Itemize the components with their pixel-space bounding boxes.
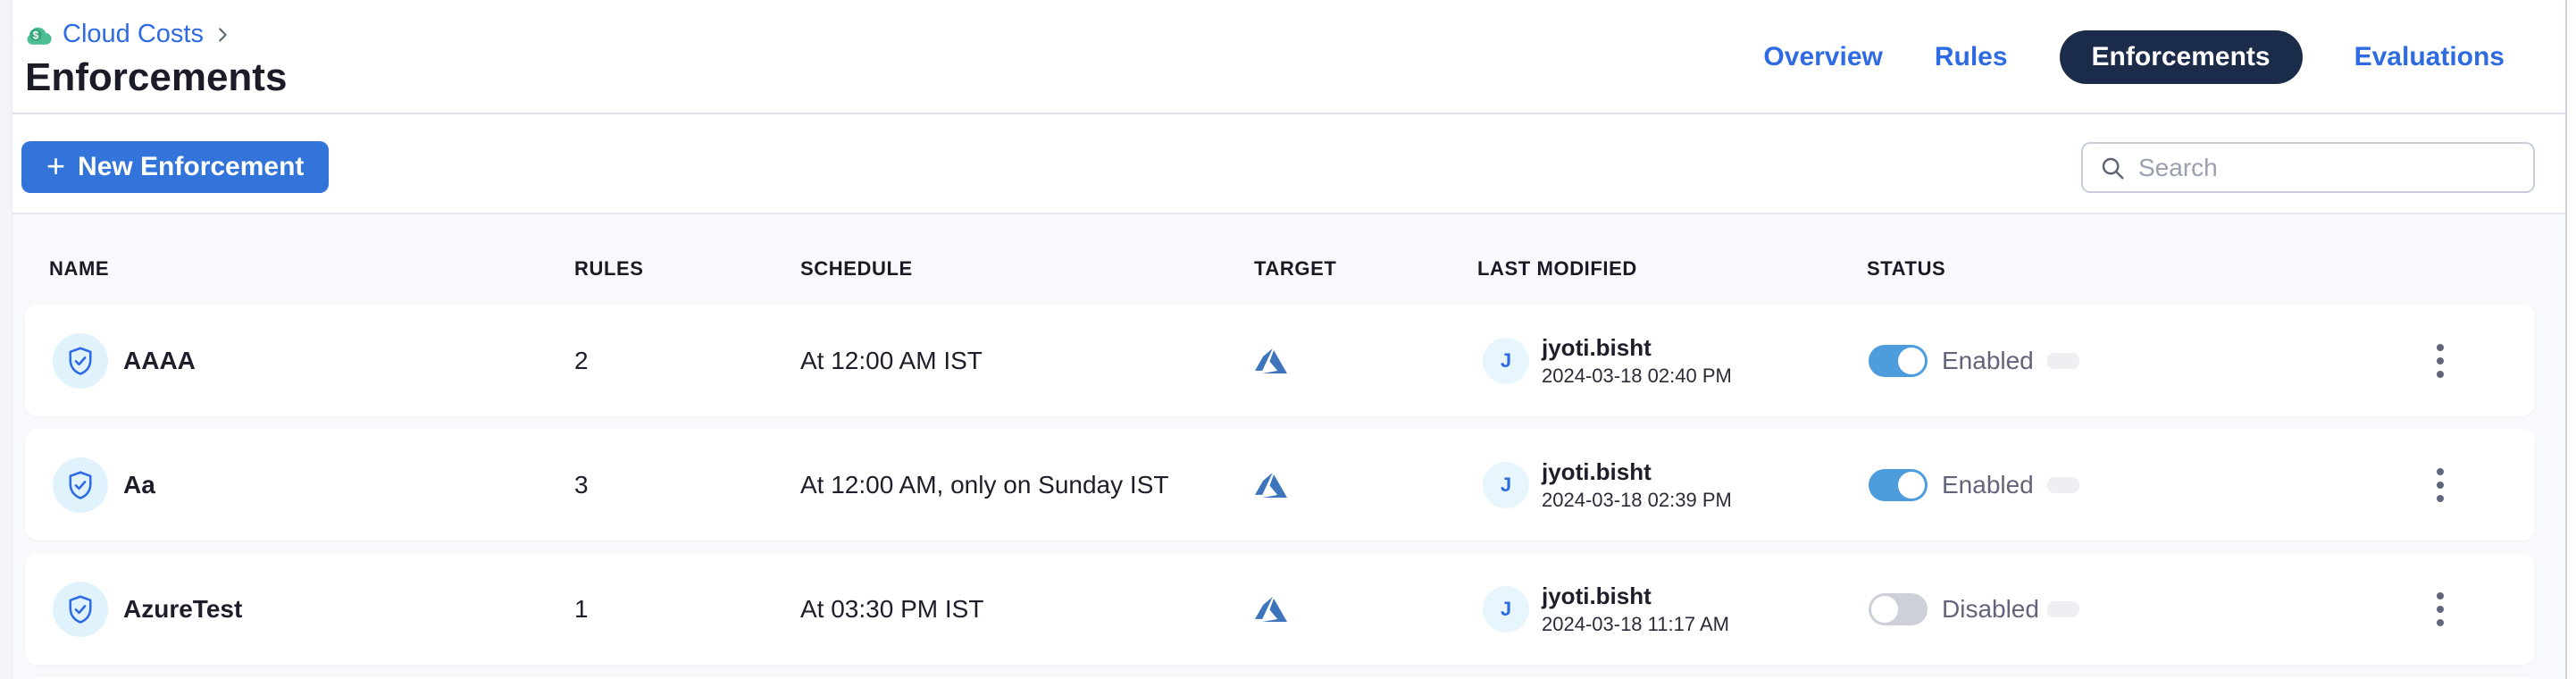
rules-count: 2: [574, 347, 589, 375]
last-modified-cell: jyoti.bisht 2024-03-18 02:40 PM: [1542, 334, 1732, 388]
status-toggle[interactable]: [1869, 469, 1928, 501]
scrollbar[interactable]: [2565, 0, 2576, 679]
dry-run-badge: [2047, 353, 2079, 369]
row-menu-button[interactable]: [2421, 458, 2460, 512]
status-toggle[interactable]: [1869, 345, 1928, 377]
status-label: Disabled: [1942, 595, 2039, 624]
search-icon: [2099, 155, 2126, 181]
search-box: [2081, 142, 2535, 193]
last-modified-cell: jyoti.bisht 2024-03-18 02:39 PM: [1542, 458, 1732, 512]
modified-by: jyoti.bisht: [1542, 458, 1732, 485]
column-header-status: STATUS: [1867, 257, 1945, 281]
rules-count: 1: [574, 595, 589, 624]
status-label: Enabled: [1942, 471, 2034, 499]
column-header-last-modified: LAST MODIFIED: [1477, 257, 1637, 281]
page-title: Enforcements: [25, 55, 287, 100]
enforcement-row[interactable]: AzureTest 1 At 03:30 PM IST J jyoti.bish…: [25, 553, 2535, 665]
schedule-text: At 12:00 AM IST: [800, 347, 983, 375]
schedule-text: At 03:30 PM IST: [800, 595, 983, 624]
shield-check-icon: [64, 345, 96, 377]
chevron-right-icon: [213, 25, 232, 45]
tab-evaluations[interactable]: Evaluations: [2354, 42, 2505, 72]
azure-icon: [1254, 592, 1288, 626]
tab-overview[interactable]: Overview: [1763, 42, 1882, 72]
column-header-name: NAME: [49, 257, 109, 281]
shield-check-icon: [64, 593, 96, 625]
breadcrumb-cloud-costs-link[interactable]: Cloud Costs: [63, 20, 204, 49]
dry-run-badge: [2047, 601, 2079, 617]
enforcement-name: Aa: [123, 471, 155, 499]
toggle-knob: [1871, 596, 1898, 623]
enforcement-name: AAAA: [123, 347, 196, 375]
avatar: J: [1483, 586, 1529, 633]
modified-by: jyoti.bisht: [1542, 334, 1732, 361]
status-label: Enabled: [1942, 347, 2034, 375]
plus-icon: +: [46, 150, 65, 182]
column-header-rules: RULES: [574, 257, 644, 281]
schedule-text: At 12:00 AM, only on Sunday IST: [800, 471, 1168, 499]
column-header-schedule: SCHEDULE: [800, 257, 913, 281]
title-bar: $ Cloud Costs Enforcements Overview Rule…: [0, 0, 2576, 114]
enforcement-type-badge: [53, 333, 108, 389]
modified-by: jyoti.bisht: [1542, 583, 1729, 609]
enforcement-row[interactable]: Aa 3 At 12:00 AM, only on Sunday IST J j…: [25, 429, 2535, 541]
column-header-target: TARGET: [1254, 257, 1336, 281]
azure-icon: [1254, 468, 1288, 502]
toggle-knob: [1898, 348, 1925, 374]
toggle-knob: [1898, 472, 1925, 499]
svg-text:$: $: [33, 29, 39, 41]
tab-rules[interactable]: Rules: [1935, 42, 2008, 72]
top-nav: Overview Rules Enforcements Evaluations: [1763, 0, 2505, 114]
dry-run-badge: [2047, 477, 2079, 493]
new-enforcement-button[interactable]: + New Enforcement: [21, 141, 329, 193]
modified-at: 2024-03-18 02:40 PM: [1542, 365, 1732, 388]
enforcements-page: $ Cloud Costs Enforcements Overview Rule…: [0, 0, 2576, 679]
avatar: J: [1483, 338, 1529, 384]
modified-at: 2024-03-18 11:17 AM: [1542, 613, 1729, 636]
modified-at: 2024-03-18 02:39 PM: [1542, 489, 1732, 512]
enforcements-table: NAME RULES SCHEDULE TARGET LAST MODIFIED…: [0, 214, 2576, 679]
enforcement-row[interactable]: AAAA 2 At 12:00 AM IST J jyoti.bisht 202…: [25, 305, 2535, 416]
enforcement-type-badge: [53, 457, 108, 513]
collapsed-sidebar-gutter: [0, 0, 13, 679]
status-toggle[interactable]: [1869, 593, 1928, 625]
shield-check-icon: [64, 469, 96, 501]
row-menu-button[interactable]: [2421, 583, 2460, 636]
rules-count: 3: [574, 471, 589, 499]
last-modified-cell: jyoti.bisht 2024-03-18 11:17 AM: [1542, 583, 1729, 636]
breadcrumb: $ Cloud Costs: [25, 20, 232, 49]
enforcement-name: AzureTest: [123, 595, 242, 624]
search-input[interactable]: [2138, 154, 2517, 182]
toolbar: + New Enforcement: [0, 116, 2576, 214]
new-enforcement-label: New Enforcement: [78, 152, 304, 182]
row-menu-button[interactable]: [2421, 334, 2460, 388]
avatar: J: [1483, 462, 1529, 508]
enforcement-type-badge: [53, 582, 108, 637]
tab-enforcements[interactable]: Enforcements: [2060, 30, 2303, 84]
cloud-costs-icon: $: [25, 22, 54, 46]
azure-icon: [1254, 344, 1288, 378]
enforcement-rows: AAAA 2 At 12:00 AM IST J jyoti.bisht 202…: [25, 305, 2535, 679]
